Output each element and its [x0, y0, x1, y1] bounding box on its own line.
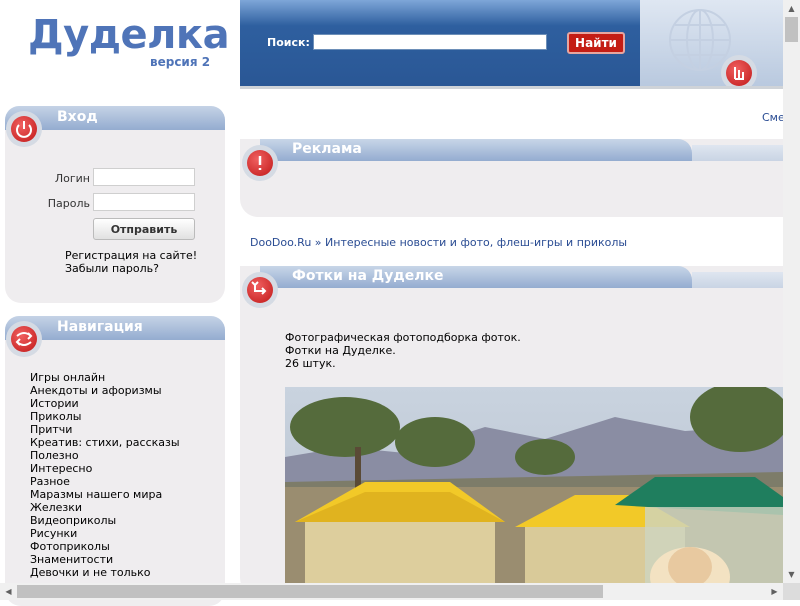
vertical-scrollbar[interactable] [783, 0, 800, 583]
site-logo[interactable]: Дуделка [28, 10, 230, 60]
nav-item[interactable]: Железки [30, 501, 180, 514]
nav-item[interactable]: Анекдоты и афоризмы [30, 384, 180, 397]
horizontal-scroll-thumb[interactable] [17, 585, 603, 598]
header-globe-panel [640, 0, 783, 89]
scroll-right-icon[interactable]: ▶ [766, 583, 783, 600]
login-title: Вход [57, 109, 98, 125]
forgot-password-link[interactable]: Забыли пароль? [65, 262, 159, 275]
header-divider [240, 86, 783, 89]
ad-title: Реклама [292, 141, 362, 157]
search-bar: Поиск: Найти [240, 0, 640, 89]
nav-item[interactable]: Полезно [30, 449, 180, 462]
nav-item[interactable]: Разное [30, 475, 180, 488]
breadcrumb-section[interactable]: Интересные новости и фото, флеш-игры и п… [325, 236, 627, 249]
login-field[interactable] [93, 168, 195, 186]
submit-button[interactable]: Отправить [93, 218, 195, 240]
nav-item[interactable]: Истории [30, 397, 180, 410]
navigation-panel: Навигация Игры онлайн Анекдоты и афоризм… [5, 316, 225, 606]
scroll-left-icon[interactable]: ◀ [0, 583, 17, 600]
nav-item[interactable]: Игры онлайн [30, 371, 180, 384]
breadcrumb-separator: » [311, 236, 326, 249]
login-panel: Вход Логин Пароль Отправить Регистрация … [5, 106, 225, 303]
breadcrumb: DooDoo.Ru » Интересные новости и фото, ф… [250, 236, 627, 249]
navigation-title: Навигация [57, 319, 143, 335]
search-button[interactable]: Найти [567, 32, 625, 54]
breadcrumb-site[interactable]: DooDoo.Ru [250, 236, 311, 249]
scroll-down-icon[interactable]: ▼ [783, 566, 800, 583]
photos-desc-line: Фотки на Дуделке. [285, 344, 396, 357]
nav-item[interactable]: Приколы [30, 410, 180, 423]
photo-image[interactable] [285, 387, 783, 583]
site-version: версия 2 [150, 55, 211, 69]
password-label: Пароль [47, 197, 90, 210]
top-link[interactable]: Сме [762, 111, 785, 124]
scroll-up-icon[interactable]: ▲ [783, 0, 800, 17]
nav-item[interactable]: Видеоприколы [30, 514, 180, 527]
nav-item[interactable]: Рисунки [30, 527, 180, 540]
ad-panel-header: Реклама [240, 139, 783, 161]
photos-desc-line: 26 штук. [285, 357, 336, 370]
nav-item[interactable]: Фотоприколы [30, 540, 180, 553]
globe-icon [669, 9, 731, 71]
login-label: Логин [54, 172, 90, 185]
scrollbar-corner [783, 583, 800, 600]
arrows-icon [6, 321, 42, 357]
photos-panel-header: Фотки на Дуделке [240, 266, 783, 288]
nav-item[interactable]: Интересно [30, 462, 180, 475]
navigation-list: Игры онлайн Анекдоты и афоризмы Истории … [30, 371, 180, 579]
nav-item[interactable]: Маразмы нашего мира [30, 488, 180, 501]
search-label: Поиск: [267, 36, 310, 49]
nav-item[interactable]: Креатив: стихи, рассказы [30, 436, 180, 449]
nav-item[interactable]: Притчи [30, 423, 180, 436]
hand-icon [721, 55, 757, 86]
swap-icon [242, 272, 278, 308]
register-link[interactable]: Регистрация на сайте! [65, 249, 197, 262]
photos-title: Фотки на Дуделке [292, 268, 444, 284]
nav-item[interactable]: Знаменитости [30, 553, 180, 566]
ad-panel: Реклама [240, 139, 783, 217]
exclamation-icon [242, 145, 278, 181]
photos-description: Фотографическая фотоподборка фоток. Фотк… [285, 331, 521, 370]
photos-desc-line: Фотографическая фотоподборка фоток. [285, 331, 521, 344]
password-field[interactable] [93, 193, 195, 211]
nav-item[interactable]: Девочки и не только [30, 566, 180, 579]
power-icon [6, 111, 42, 147]
vertical-scroll-thumb[interactable] [785, 17, 798, 42]
photo-illustration [285, 387, 783, 583]
search-input[interactable] [313, 34, 547, 50]
